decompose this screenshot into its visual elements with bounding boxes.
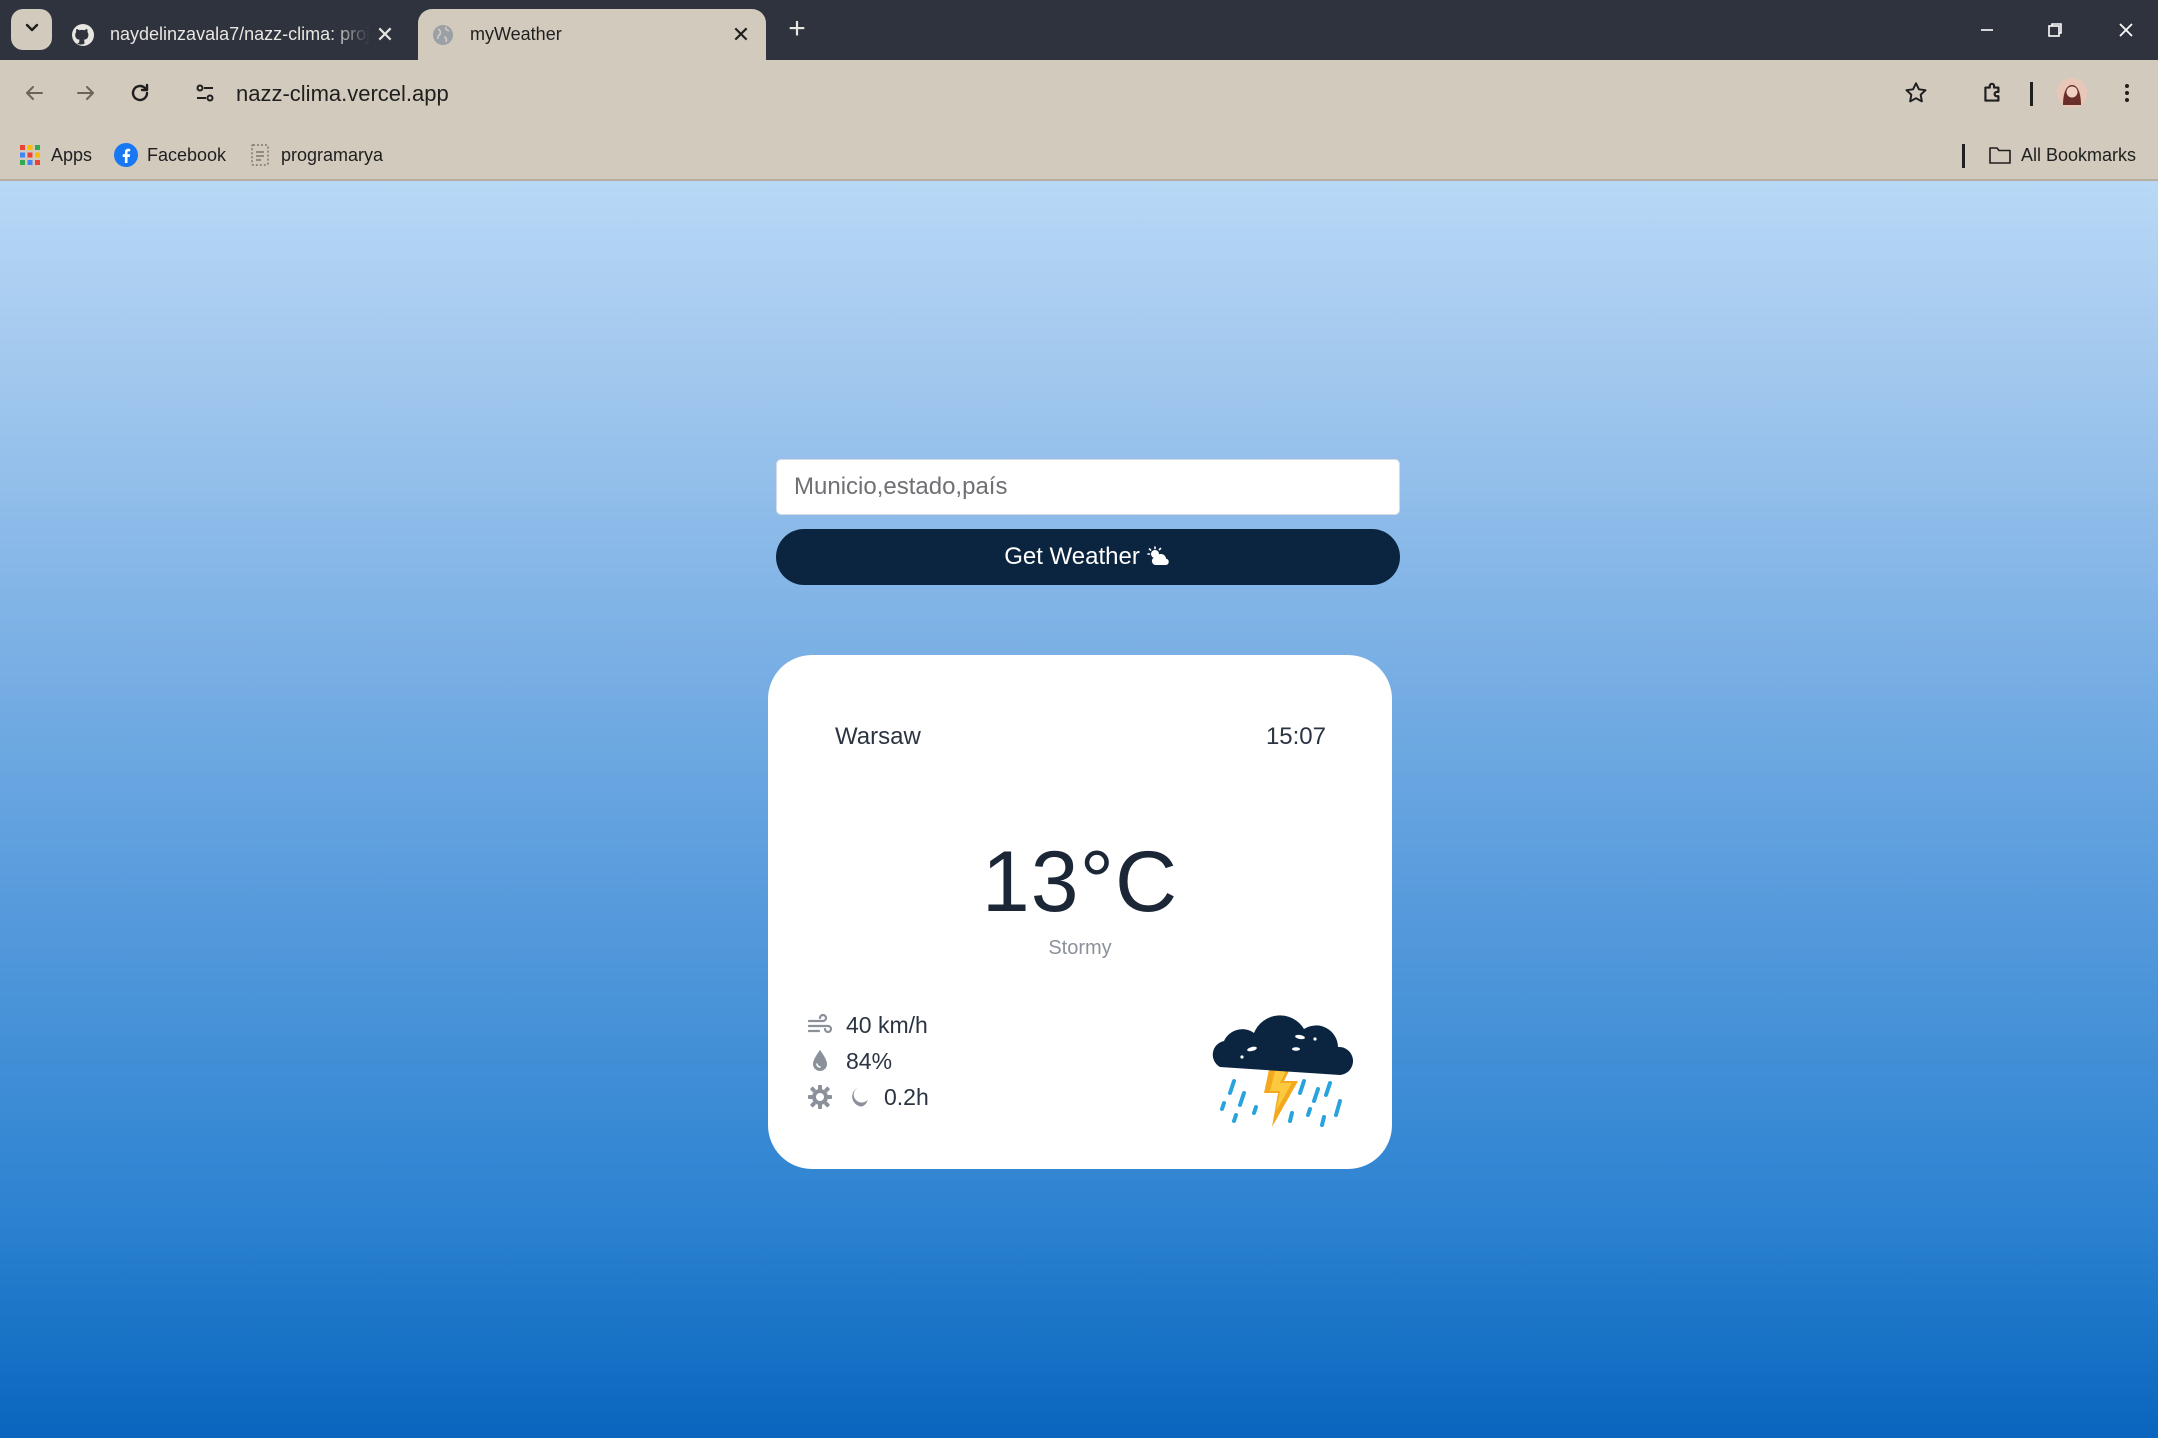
puzzle-icon [1980,80,2006,111]
bookmark-facebook[interactable]: Facebook [114,140,226,170]
page-icon [248,143,272,167]
close-window-button[interactable] [2101,8,2151,52]
water-drop-icon [806,1047,834,1075]
city-name: Warsaw [835,723,921,750]
bookmark-label: Facebook [147,144,227,165]
tune-icon [193,81,217,110]
globe-icon [430,22,456,48]
chevron-down-icon [23,18,41,41]
wind-stat: 40 km/h [806,1010,928,1040]
page-viewport: Get Weather Warsaw 15:07 13°C Stormy 40 … [0,181,2158,1438]
daylight-value: 0.2h [884,1083,929,1110]
all-bookmarks-button[interactable]: All Bookmarks [1988,140,2136,170]
menu-button[interactable] [2105,73,2149,117]
star-icon [1903,80,1929,111]
humidity-stat: 84% [806,1046,892,1076]
back-button[interactable] [12,73,56,117]
avatar [2056,77,2088,114]
bookmark-label: Apps [51,144,93,165]
bookmarks-divider [1962,144,1965,168]
folder-icon [1988,143,2012,167]
tab-github[interactable]: naydelinzavala7/nazz-clima: project ✕ [58,9,410,60]
profile-button[interactable] [2050,73,2094,117]
daylight-stat: 0.2h [806,1082,929,1112]
local-time: 15:07 [1265,723,1326,750]
more-vertical-icon [2115,81,2139,110]
new-tab-button[interactable]: + [780,12,814,46]
bookmark-apps[interactable]: Apps [18,140,92,170]
tab-strip: naydelinzavala7/nazz-clima: project ✕ my… [0,0,2158,60]
location-search-input[interactable] [776,459,1400,515]
storm-cloud-lightning-icon [1200,997,1360,1137]
humidity-value: 84% [846,1047,893,1074]
arrow-left-icon [22,81,46,110]
reload-button[interactable] [118,73,162,117]
browser-toolbar: nazz-clima.vercel.app [0,60,2158,130]
tab-myweather[interactable]: myWeather ✕ [418,9,766,60]
minimize-button[interactable] [1962,8,2012,52]
temperature: 13°C [981,834,1179,930]
tab-title: myWeather [470,24,562,44]
get-weather-label: Get Weather [1004,543,1140,570]
wind-value: 40 km/h [846,1011,928,1038]
bookmarks-bar: Apps Facebook programarya All Bookmarks [0,130,2158,181]
arrow-right-icon [74,81,98,110]
address-bar[interactable]: nazz-clima.vercel.app [236,81,449,107]
sun-gear-icon [806,1083,834,1111]
tab-search-button[interactable] [11,9,52,50]
github-icon [70,22,96,48]
bookmark-label: programarya [281,144,384,165]
reload-icon [128,81,152,110]
close-tab-icon[interactable]: ✕ [370,20,400,50]
forward-button[interactable] [64,73,108,117]
close-tab-icon[interactable]: ✕ [726,20,756,50]
weather-condition: Stormy [1048,937,1112,959]
tab-title: naydelinzavala7/nazz-clima: project [110,24,370,44]
cloud-sun-icon [1146,546,1172,568]
site-info-button[interactable] [183,73,227,117]
all-bookmarks-label: All Bookmarks [2021,144,2137,165]
restore-button[interactable] [2030,8,2080,52]
toolbar-divider [2030,82,2033,106]
bookmark-star-button[interactable] [1894,73,1938,117]
extensions-button[interactable] [1971,73,2015,117]
moon-icon [844,1083,872,1111]
wind-icon [806,1011,834,1039]
get-weather-button[interactable]: Get Weather [776,529,1400,585]
bookmark-programarya[interactable]: programarya [248,140,383,170]
apps-grid-icon [18,143,42,167]
weather-card: Warsaw 15:07 13°C Stormy 40 km/h 84% 0.2… [768,655,1392,1169]
facebook-icon [114,143,138,167]
